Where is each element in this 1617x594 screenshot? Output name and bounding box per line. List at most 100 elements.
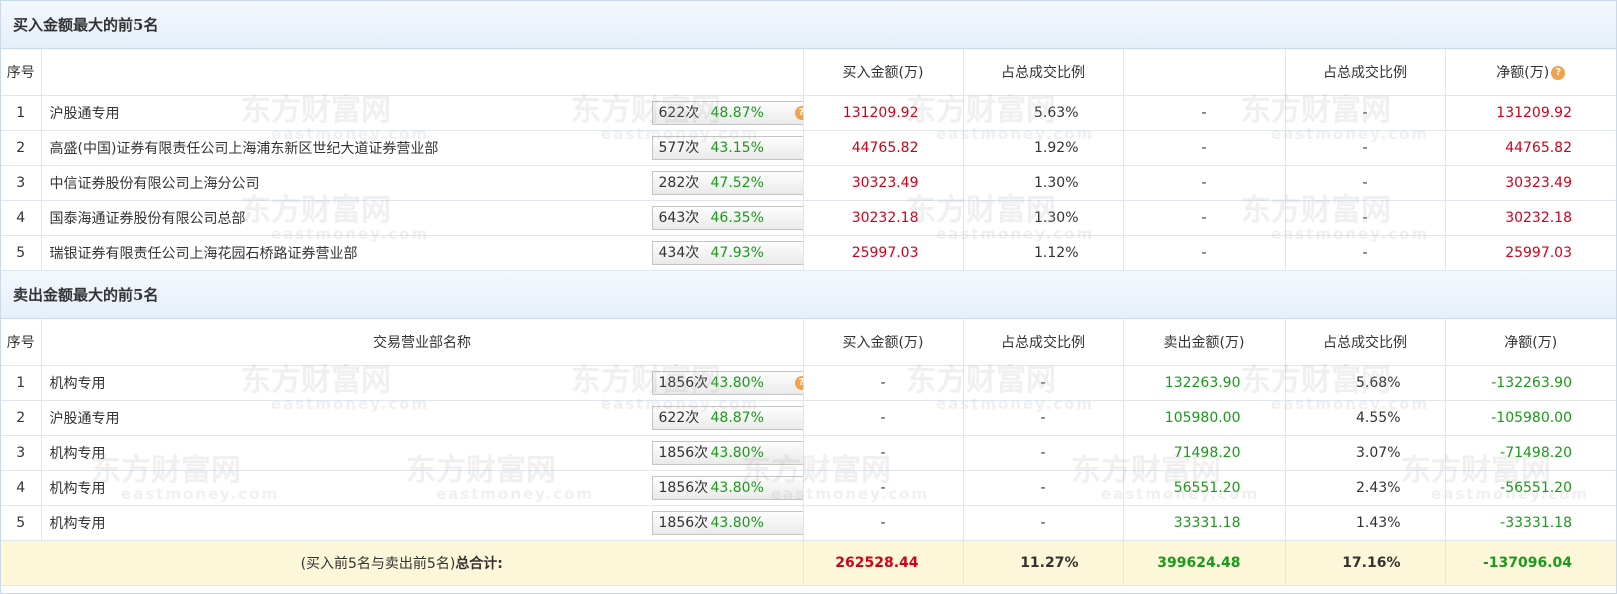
row-name-cell: 高盛(中国)证券有限责任公司上海浦东新区世纪大道证券营业部 577次 43.15%	[40, 130, 804, 166]
row-buy-ratio: -	[962, 470, 1124, 506]
row-net-amount: -132263.90	[1444, 365, 1616, 401]
row-buy-amount: -	[802, 505, 964, 541]
total-buy: 262528.44	[802, 540, 964, 586]
trade-count: 643次	[658, 210, 700, 226]
row-buy-amount: -	[802, 365, 964, 401]
row-name-cell: 中信证券股份有限公司上海分公司 282次 47.52%	[40, 165, 804, 201]
row-net-amount: 131209.92	[1444, 95, 1616, 131]
branch-name-link[interactable]: 机构专用	[50, 478, 106, 498]
row-index: 3	[1, 165, 42, 201]
branch-name-link[interactable]: 国泰海通证券股份有限公司总部	[50, 208, 246, 228]
col-buy-ratio: 占总成交比例	[962, 319, 1124, 366]
col-net-label: 净额(万)	[1496, 65, 1550, 81]
col-sell	[1122, 49, 1286, 96]
win-rate: 43.80%	[710, 515, 764, 531]
row-index: 4	[1, 470, 42, 506]
row-sell-amount: -	[1122, 130, 1286, 166]
col-idx: 序号	[1, 49, 42, 96]
row-sell-ratio: -	[1284, 95, 1446, 131]
row-sell-ratio: -	[1284, 200, 1446, 236]
row-buy-ratio: 1.12%	[962, 235, 1124, 271]
help-icon[interactable]: ?	[1551, 66, 1566, 80]
row-name-cell: 沪股通专用 622次 48.87%?	[40, 95, 804, 131]
table-row: 3 中信证券股份有限公司上海分公司 282次 47.52% 30323.49 1.30% -…	[1, 165, 1616, 201]
branch-stat-button[interactable]: 1856次 43.80%	[651, 511, 804, 535]
col-buy-ratio: 占总成交比例	[962, 49, 1124, 96]
row-buy-ratio: 1.30%	[962, 165, 1124, 201]
branch-name-link[interactable]: 沪股通专用	[50, 103, 120, 123]
branch-stat-button[interactable]: 643次 46.35%	[651, 206, 804, 230]
branch-name-link[interactable]: 机构专用	[50, 513, 106, 533]
row-sell-amount: 132263.90	[1122, 365, 1286, 401]
trade-count: 1856次	[658, 515, 709, 531]
row-buy-amount: -	[802, 400, 964, 436]
row-buy-ratio: -	[962, 505, 1124, 541]
branch-stat-button[interactable]: 282次 47.52%	[651, 171, 804, 195]
arrow-right-icon[interactable]	[803, 179, 804, 189]
table-row: 1机构专用1856次43.80%?--132263.905.68%-132263…	[1, 365, 1616, 401]
trade-count: 434次	[658, 245, 700, 261]
win-rate: 48.87%	[710, 105, 764, 121]
row-net-amount: -56551.20	[1444, 470, 1616, 506]
total-net: -137096.04	[1444, 540, 1616, 586]
branch-stat-button[interactable]: 1856次 43.80%	[651, 441, 804, 465]
help-icon[interactable]: ?	[794, 376, 802, 390]
row-net-amount: -105980.00	[1444, 400, 1616, 436]
col-name	[40, 49, 804, 96]
branch-name-link[interactable]: 沪股通专用	[50, 408, 120, 428]
win-rate: 46.35%	[710, 210, 764, 226]
table-row: 4 国泰海通证券股份有限公司总部 643次 46.35% 30232.18 1.30% - -…	[1, 200, 1616, 236]
dragon-tiger-panel: 买入金额最大的前5名 序号 买入金额(万) 占总成交比例 占总成交比例 净额(万…	[0, 0, 1617, 594]
row-index: 5	[1, 505, 42, 541]
branch-name-link[interactable]: 高盛(中国)证券有限责任公司上海浦东新区世纪大道证券营业部	[50, 138, 439, 158]
row-index: 2	[1, 400, 42, 436]
buy-section-title: 买入金额最大的前5名	[1, 1, 1616, 49]
branch-name-link[interactable]: 中信证券股份有限公司上海分公司	[50, 173, 260, 193]
row-buy-amount: 30323.49	[802, 165, 964, 201]
trade-count: 622次	[658, 105, 700, 121]
col-sell: 卖出金额(万)	[1122, 319, 1286, 366]
arrow-right-icon[interactable]	[803, 249, 804, 259]
arrow-right-icon[interactable]	[803, 214, 804, 224]
sell-section-title: 卖出金额最大的前5名	[1, 271, 1616, 319]
row-net-amount: 25997.03	[1444, 235, 1616, 271]
row-sell-ratio: 4.55%	[1284, 400, 1446, 436]
row-name-cell: 机构专用 1856次43.80%?	[40, 365, 804, 401]
branch-name-link[interactable]: 瑞银证券有限责任公司上海花园石桥路证券营业部	[50, 243, 358, 263]
col-buy: 买入金额(万)	[802, 319, 964, 366]
row-buy-ratio: -	[962, 365, 1124, 401]
row-buy-amount: 44765.82	[802, 130, 964, 166]
branch-stat-button[interactable]: 577次 43.15%	[651, 136, 804, 160]
arrow-right-icon[interactable]	[803, 519, 804, 529]
table-row: 4 机构专用 1856次 43.80% - -56551.20 2.43% -56551.20	[1, 470, 1616, 506]
arrow-right-icon[interactable]	[803, 449, 804, 459]
help-icon[interactable]: ?	[794, 106, 802, 120]
branch-name-link[interactable]: 机构专用	[50, 373, 106, 393]
row-name-cell: 机构专用 1856次 43.80%	[40, 505, 804, 541]
arrow-right-icon[interactable]	[803, 414, 804, 424]
trade-count: 282次	[658, 175, 700, 191]
row-buy-ratio: 5.63%	[962, 95, 1124, 131]
row-net-amount: 30323.49	[1444, 165, 1616, 201]
win-rate: 48.87%	[710, 410, 764, 426]
row-index: 4	[1, 200, 42, 236]
branch-name-link[interactable]: 机构专用	[50, 443, 106, 463]
row-sell-ratio: -	[1284, 235, 1446, 271]
col-net: 净额(万)?	[1444, 49, 1616, 96]
col-sell-ratio: 占总成交比例	[1284, 319, 1446, 366]
arrow-right-icon[interactable]	[803, 144, 804, 154]
branch-stat-button[interactable]: 1856次43.80%?	[651, 371, 802, 395]
arrow-right-icon[interactable]	[803, 484, 804, 494]
row-index: 2	[1, 130, 42, 166]
row-buy-amount: -	[802, 435, 964, 471]
row-name-cell: 机构专用 1856次 43.80%	[40, 435, 804, 471]
branch-stat-button[interactable]: 622次 48.87%?	[651, 101, 802, 125]
total-label: (买入前5名与卖出前5名)总合计:	[1, 540, 804, 586]
col-idx: 序号	[1, 319, 42, 366]
branch-stat-button[interactable]: 434次 47.93%	[651, 241, 804, 265]
table-row: 2 高盛(中国)证券有限责任公司上海浦东新区世纪大道证券营业部 577次 43.15%…	[1, 130, 1616, 166]
branch-stat-button[interactable]: 622次 48.87%	[651, 406, 804, 430]
col-net: 净额(万)	[1444, 319, 1616, 366]
branch-stat-button[interactable]: 1856次 43.80%	[651, 476, 804, 500]
table-row: 5 机构专用 1856次 43.80% - -33331.18 1.43% -33331.18	[1, 505, 1616, 541]
